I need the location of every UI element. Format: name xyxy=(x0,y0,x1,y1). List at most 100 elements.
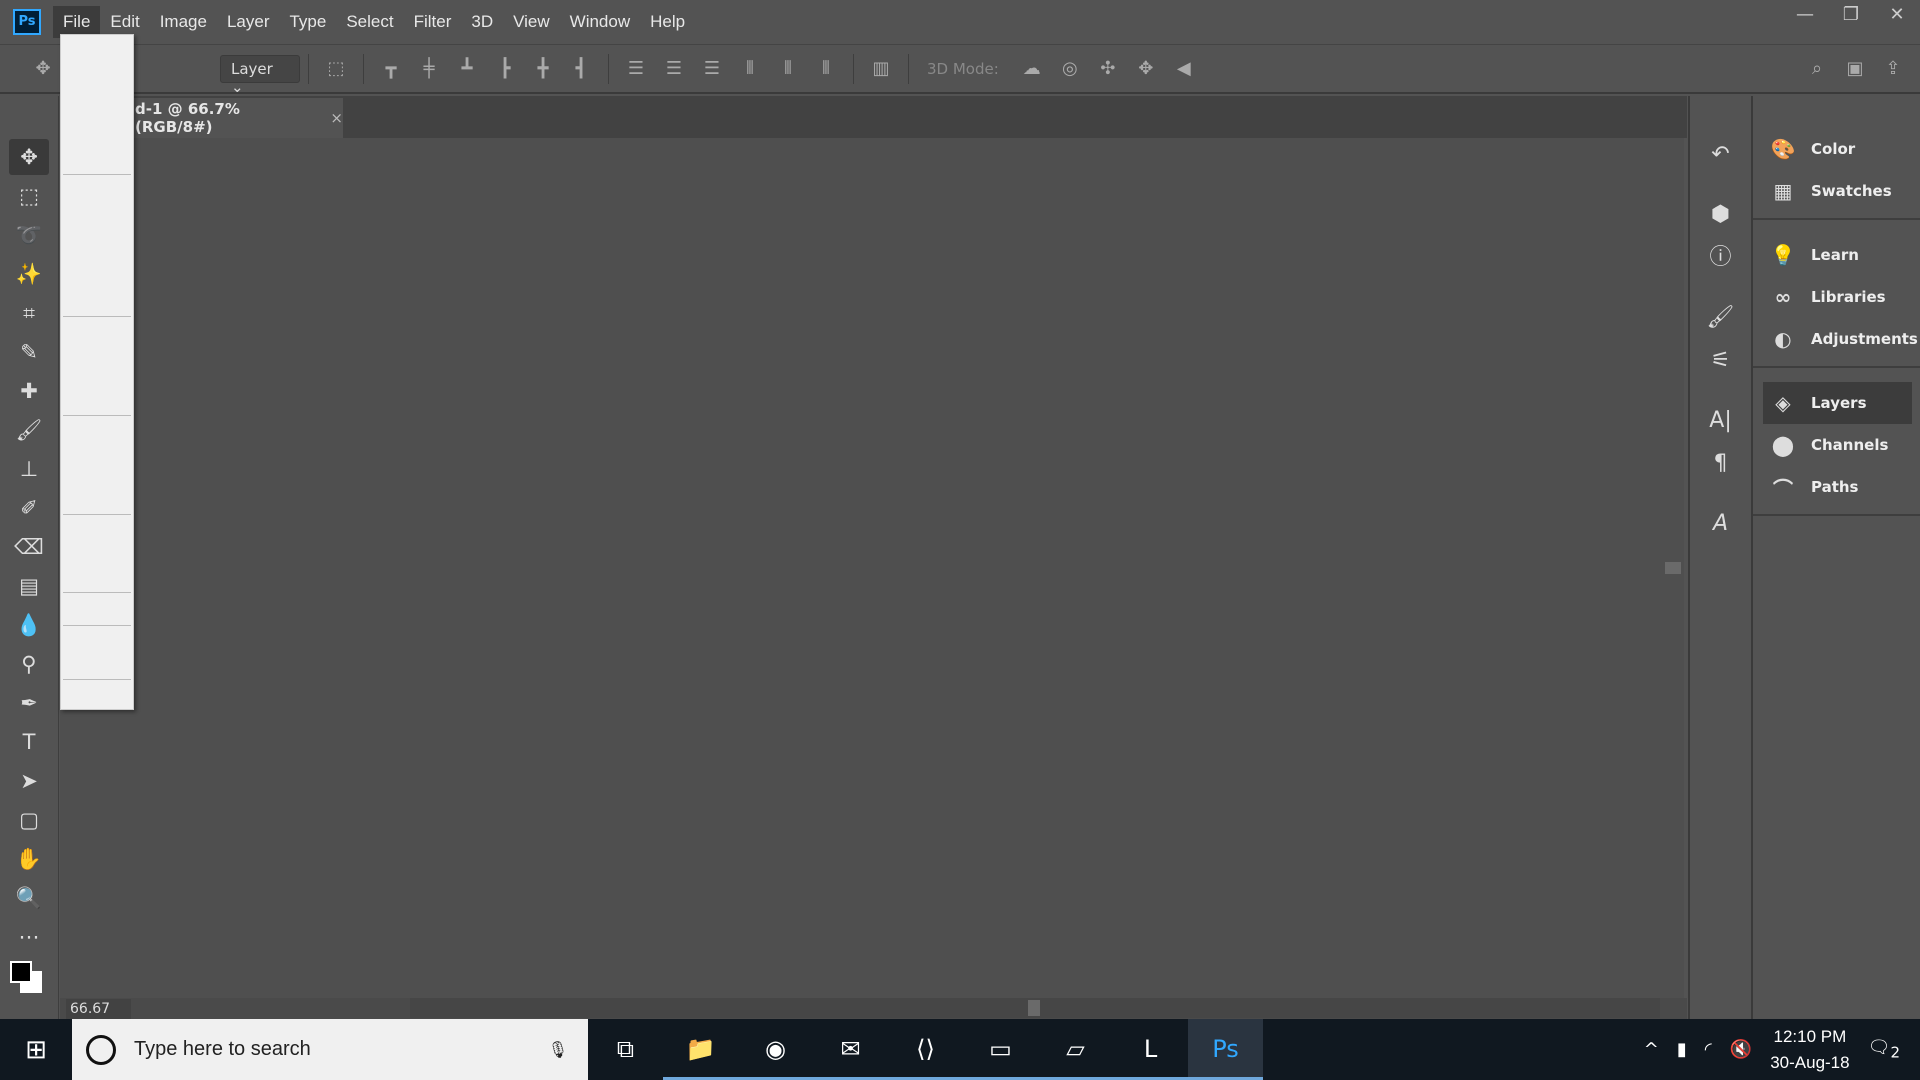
panel-swatches[interactable]: ▦ Swatches xyxy=(1753,170,1920,212)
magic-wand-tool[interactable]: ✨ xyxy=(9,256,49,292)
vertical-scroll-thumb[interactable] xyxy=(1665,562,1681,574)
3d-roll-icon[interactable]: ◎ xyxy=(1057,58,1083,80)
marquee-tool[interactable]: ⬚ xyxy=(9,178,49,214)
vscode-icon[interactable]: ⟨⟩ xyxy=(888,1019,963,1080)
gradient-tool[interactable]: ▤ xyxy=(9,568,49,604)
menu-edit[interactable]: Edit xyxy=(100,6,149,38)
zoom-tool[interactable]: 🔍 xyxy=(9,880,49,916)
wifi-icon[interactable]: ◜ xyxy=(1705,1039,1712,1060)
3d-pan-icon[interactable]: ✣ xyxy=(1095,58,1121,80)
panel-color[interactable]: 🎨 Color xyxy=(1753,128,1920,170)
brush-tool[interactable]: 🖌 xyxy=(9,412,49,448)
glyphs-icon[interactable]: A xyxy=(1699,504,1743,544)
align-vcenter-icon[interactable]: ╪ xyxy=(416,58,442,80)
share-icon[interactable]: ⇪ xyxy=(1880,58,1906,80)
microphone-icon[interactable]: 🎙 xyxy=(548,1040,568,1060)
info-icon[interactable]: ⓘ xyxy=(1699,238,1743,278)
auto-align-icon[interactable]: ▥ xyxy=(868,58,894,80)
notifications-icon[interactable]: 🗨2 xyxy=(1868,1037,1900,1062)
distribute-vcenter-icon[interactable]: ☰ xyxy=(661,58,687,80)
align-left-icon[interactable]: ┣ xyxy=(492,58,518,80)
color-swatches[interactable] xyxy=(10,961,44,993)
align-bottom-icon[interactable]: ┻ xyxy=(454,58,480,80)
history-brush-tool[interactable]: ✐ xyxy=(9,490,49,526)
chevron-up-icon[interactable]: ^ xyxy=(1644,1039,1659,1060)
workspace-icon[interactable]: ▣ xyxy=(1842,58,1868,80)
canvas-area[interactable] xyxy=(60,138,1670,998)
auto-select-dropdown[interactable]: Layer ⌄ xyxy=(220,54,300,96)
close-tab-button[interactable]: × xyxy=(330,109,343,127)
pen-tool[interactable]: ✒ xyxy=(9,685,49,721)
distribute-left-icon[interactable]: ⦀ xyxy=(737,58,763,80)
foreground-color[interactable] xyxy=(10,961,32,983)
path-selection-tool[interactable]: ➤ xyxy=(9,763,49,799)
3d-camera-icon[interactable]: ◀ xyxy=(1171,58,1197,80)
menu-view[interactable]: View xyxy=(503,6,560,38)
menu-select[interactable]: Select xyxy=(336,6,403,38)
photoshop-taskbar-icon[interactable]: Ps xyxy=(1188,1019,1263,1080)
brush-presets-icon[interactable]: 🖌 xyxy=(1699,298,1743,338)
stamp-tool[interactable]: ⊥ xyxy=(9,451,49,487)
taskbar-search[interactable]: Type here to search 🎙 xyxy=(72,1019,588,1080)
task-view-icon[interactable]: ⧉ xyxy=(588,1019,663,1080)
outlook-icon[interactable]: ✉ xyxy=(813,1019,888,1080)
panel-layers[interactable]: ◈ Layers xyxy=(1763,382,1912,424)
horizontal-scroll-thumb[interactable] xyxy=(1028,1000,1040,1016)
dodge-tool[interactable]: ⚲ xyxy=(9,646,49,682)
panel-channels[interactable]: ⬤ Channels xyxy=(1753,424,1920,466)
distribute-bottom-icon[interactable]: ☰ xyxy=(699,58,725,80)
menu-type[interactable]: Type xyxy=(279,6,336,38)
move-tool[interactable]: ✥ xyxy=(9,139,49,175)
menu-3d[interactable]: 3D xyxy=(461,6,503,38)
distribute-top-icon[interactable]: ☰ xyxy=(623,58,649,80)
blur-tool[interactable]: 💧 xyxy=(9,607,49,643)
panel-libraries[interactable]: ∞ Libraries xyxy=(1753,276,1920,318)
align-hcenter-icon[interactable]: ╋ xyxy=(530,58,556,80)
chrome-icon[interactable]: ◉ xyxy=(738,1019,813,1080)
eraser-tool[interactable]: ⌫ xyxy=(9,529,49,565)
distribute-hcenter-icon[interactable]: ⦀ xyxy=(775,58,801,80)
windows-start-icon[interactable]: ⊞ xyxy=(0,1035,72,1065)
lasso-tool[interactable]: ➰ xyxy=(9,217,49,253)
eyedropper-tool[interactable]: ✎ xyxy=(9,334,49,370)
healing-brush-tool[interactable]: ✚ xyxy=(9,373,49,409)
crop-tool[interactable]: ⌗ xyxy=(9,295,49,331)
transform-controls-icon[interactable]: ⬚ xyxy=(323,58,349,80)
distribute-right-icon[interactable]: ⦀ xyxy=(813,58,839,80)
menu-file[interactable]: File xyxy=(53,5,101,38)
notepad-icon[interactable]: ▱ xyxy=(1038,1019,1113,1080)
type-tool[interactable]: T xyxy=(9,724,49,760)
panel-adjustments[interactable]: ◐ Adjustments xyxy=(1753,318,1920,360)
panel-learn[interactable]: 💡 Learn xyxy=(1753,234,1920,276)
3d-orbit-icon[interactable]: ☁ xyxy=(1019,58,1045,80)
character-icon[interactable]: A| xyxy=(1699,401,1743,441)
shape-tool[interactable]: ▢ xyxy=(9,802,49,838)
align-right-icon[interactable]: ┫ xyxy=(568,58,594,80)
menu-image[interactable]: Image xyxy=(150,6,217,38)
menu-filter[interactable]: Filter xyxy=(404,6,462,38)
3d-panel-icon[interactable]: ⬢ xyxy=(1699,195,1743,235)
search-icon[interactable]: ⌕ xyxy=(1804,58,1830,80)
menu-window[interactable]: Window xyxy=(560,6,640,38)
zoom-level-field[interactable]: 66.67 xyxy=(66,999,131,1019)
more-tools-icon[interactable]: ⋯ xyxy=(9,919,49,955)
history-icon[interactable]: ↶ xyxy=(1699,135,1743,175)
brush-settings-icon[interactable]: ⚟ xyxy=(1699,341,1743,381)
menu-layer[interactable]: Layer xyxy=(217,6,280,38)
3d-slide-icon[interactable]: ✥ xyxy=(1133,58,1159,80)
menu-help[interactable]: Help xyxy=(640,6,695,38)
lync-icon[interactable]: L xyxy=(1113,1019,1188,1080)
document-tab[interactable]: d-1 @ 66.7% (RGB/8#) × xyxy=(133,98,343,138)
file-explorer-icon[interactable]: 📁 xyxy=(663,1019,738,1080)
paragraph-icon[interactable]: ¶ xyxy=(1699,444,1743,484)
close-button[interactable]: ✕ xyxy=(1874,0,1920,30)
restore-button[interactable]: ❐ xyxy=(1828,0,1874,30)
terminal-icon[interactable]: ▭ xyxy=(963,1019,1038,1080)
panel-paths[interactable]: ⌒ Paths xyxy=(1753,466,1920,508)
minimize-button[interactable]: — xyxy=(1782,0,1828,30)
battery-icon[interactable]: ▮ xyxy=(1677,1039,1687,1060)
align-top-icon[interactable]: ┳ xyxy=(378,58,404,80)
volume-muted-icon[interactable]: 🔇 xyxy=(1730,1039,1752,1060)
clock[interactable]: 12:10 PM 30-Aug-18 xyxy=(1770,1024,1849,1076)
hand-tool[interactable]: ✋ xyxy=(9,841,49,877)
